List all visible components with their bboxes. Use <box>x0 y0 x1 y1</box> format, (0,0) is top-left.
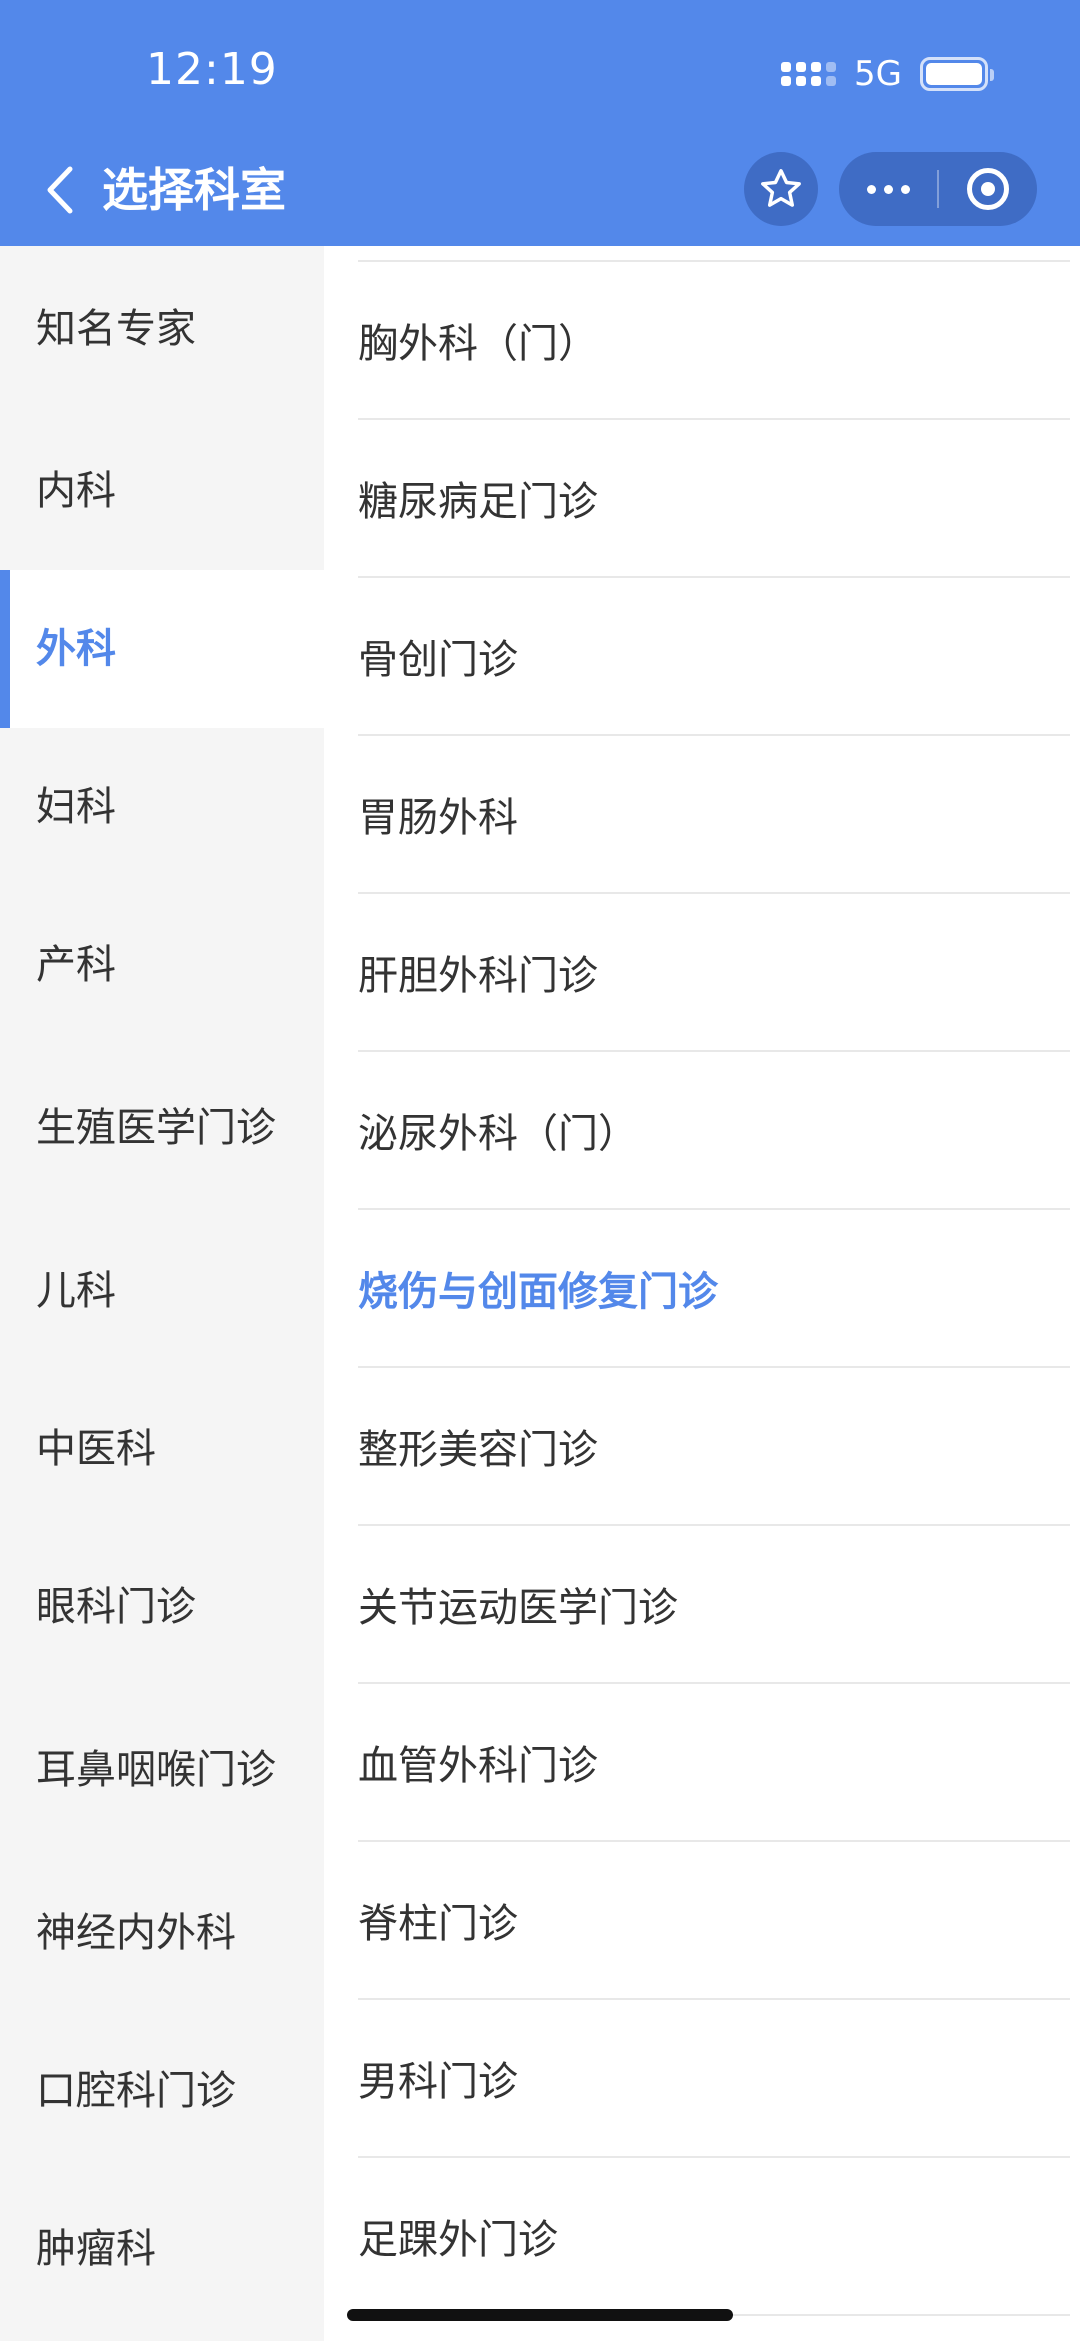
list-item-selected[interactable]: 烧伤与创面修复门诊 <box>358 1210 1070 1368</box>
list-item[interactable]: 胃肠外科 <box>358 736 1070 894</box>
list-item[interactable]: 整形美容门诊 <box>358 1368 1070 1526</box>
department-label: 骨创门诊 <box>358 637 518 683</box>
department-label: 糖尿病足门诊 <box>358 479 598 525</box>
sidebar-item-label: 妇科 <box>36 784 116 830</box>
more-options-button[interactable] <box>839 152 937 226</box>
sidebar-item-obstetrics[interactable]: 产科 <box>0 886 324 1044</box>
sidebar-item-label: 耳鼻咽喉门诊 <box>36 1747 276 1793</box>
department-label: 足踝外门诊 <box>358 2217 558 2263</box>
page-title: 选择科室 <box>102 163 286 217</box>
department-label: 脊柱门诊 <box>358 1901 518 1947</box>
favorite-button[interactable] <box>744 152 818 226</box>
list-item[interactable]: 关节运动医学门诊 <box>358 1526 1070 1684</box>
sidebar-item-ent[interactable]: 耳鼻咽喉门诊 <box>0 1686 324 1854</box>
department-label: 胃肠外科 <box>358 795 518 841</box>
back-button[interactable] <box>44 160 84 220</box>
sidebar-item-reproductive-medicine[interactable]: 生殖医学门诊 <box>0 1044 324 1212</box>
list-item[interactable]: 泌尿外科（门） <box>358 1052 1070 1210</box>
sidebar-item-label: 内科 <box>36 468 116 514</box>
list-item[interactable]: 血管外科门诊 <box>358 1684 1070 1842</box>
sidebar-item-label: 知名专家 <box>36 306 196 352</box>
sidebar-item-label: 肿瘤科 <box>36 2226 156 2272</box>
department-label: 关节运动医学门诊 <box>358 1585 678 1631</box>
sidebar-item-pediatrics[interactable]: 儿科 <box>0 1212 324 1370</box>
sidebar-item-label: 产科 <box>36 942 116 988</box>
battery-icon <box>920 57 994 91</box>
sidebar-item-label: 神经内外科 <box>36 1910 236 1956</box>
sidebar-item-stomatology[interactable]: 口腔科门诊 <box>0 2012 324 2170</box>
chevron-left-icon <box>47 166 73 214</box>
department-label: 烧伤与创面修复门诊 <box>358 1269 718 1315</box>
sidebar-item-label: 生殖医学门诊 <box>36 1105 276 1151</box>
department-label: 泌尿外科（门） <box>358 1111 638 1157</box>
close-miniprogram-button[interactable] <box>939 152 1037 226</box>
sidebar-item-label: 眼科门诊 <box>36 1584 196 1630</box>
target-icon <box>967 168 1009 210</box>
sidebar-item-famous-experts[interactable]: 知名专家 <box>0 246 324 412</box>
home-indicator[interactable] <box>347 2309 733 2321</box>
list-item[interactable]: 脊柱门诊 <box>358 1842 1070 2000</box>
status-time: 12:19 <box>146 44 278 95</box>
sidebar-item-internal-medicine[interactable]: 内科 <box>0 412 324 570</box>
department-label: 男科门诊 <box>358 2059 518 2105</box>
header-bar: 12:19 5G 选择科室 <box>0 0 1080 246</box>
sidebar-item-oncology[interactable]: 肿瘤科 <box>0 2170 324 2328</box>
signal-icon <box>781 62 837 86</box>
status-indicators: 5G <box>781 52 994 96</box>
department-label: 血管外科门诊 <box>358 1743 598 1789</box>
network-type: 5G <box>854 54 902 94</box>
sidebar-item-neurology[interactable]: 神经内外科 <box>0 1854 324 2012</box>
sidebar-item-label: 口腔科门诊 <box>36 2068 236 2114</box>
sidebar-item-surgery[interactable]: 外科 <box>0 570 324 728</box>
sidebar-item-ophthalmology[interactable]: 眼科门诊 <box>0 1528 324 1686</box>
list-item[interactable]: 男科门诊 <box>358 2000 1070 2158</box>
list-item[interactable]: 胸外科（门） <box>358 262 1070 420</box>
sidebar-item-label: 外科 <box>36 626 116 672</box>
sidebar-item-tcm[interactable]: 中医科 <box>0 1370 324 1528</box>
miniprogram-capsule <box>839 152 1037 226</box>
active-indicator <box>0 570 10 728</box>
department-list: 胸外科（门） 糖尿病足门诊 骨创门诊 胃肠外科 肝胆外科门诊 泌尿外科（门） 烧… <box>324 246 1080 2341</box>
department-label: 肝胆外科门诊 <box>358 953 598 999</box>
sidebar-item-gynecology[interactable]: 妇科 <box>0 728 324 886</box>
list-item[interactable]: 骨创门诊 <box>358 578 1070 736</box>
category-sidebar: 知名专家 内科 外科 妇科 产科 生殖医学门诊 儿科 中医科 眼科门诊 耳鼻咽喉… <box>0 246 324 2341</box>
list-item[interactable]: 肝胆外科门诊 <box>358 894 1070 1052</box>
sidebar-item-label: 中医科 <box>36 1426 156 1472</box>
department-label: 整形美容门诊 <box>358 1427 598 1473</box>
star-icon <box>761 169 801 207</box>
list-item[interactable]: 足踝外门诊 <box>358 2158 1070 2316</box>
sidebar-item-label: 儿科 <box>36 1268 116 1314</box>
department-label: 胸外科（门） <box>358 321 598 367</box>
list-item[interactable]: 糖尿病足门诊 <box>358 420 1070 578</box>
